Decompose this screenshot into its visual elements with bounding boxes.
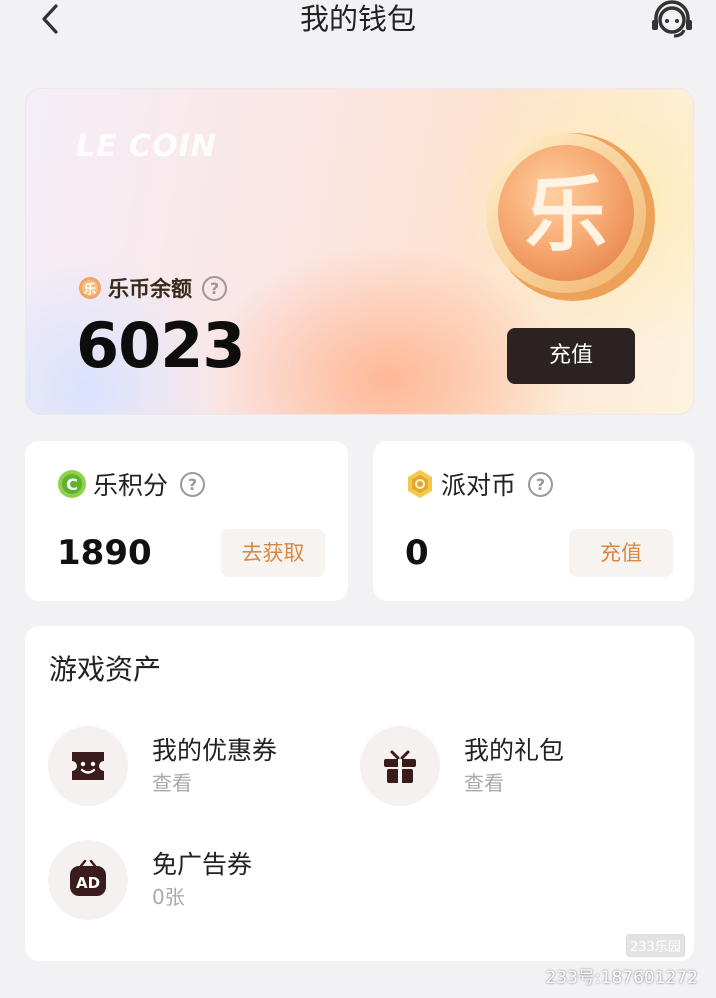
points-label: 乐积分 xyxy=(93,471,169,500)
svg-text:乐: 乐 xyxy=(84,281,96,296)
help-icon[interactable]: ? xyxy=(180,471,206,497)
asset-view-link: 查看 xyxy=(464,771,504,795)
asset-item-gifts[interactable]: 我的礼包 查看 xyxy=(360,726,564,806)
customer-service-icon[interactable] xyxy=(650,0,694,40)
recharge-button[interactable]: 充值 xyxy=(507,328,635,384)
site-logo-watermark: 233乐园 xyxy=(626,934,685,957)
party-coin-label: 派对币 xyxy=(441,471,517,500)
party-coin-value: 0 xyxy=(405,533,429,573)
account-watermark: 233号:187601272 xyxy=(545,968,698,988)
balance-value: 6023 xyxy=(76,309,246,382)
asset-name: 我的优惠券 xyxy=(152,736,278,765)
balance-label-row: 乐 乐币余额 ? xyxy=(78,273,227,303)
get-points-button[interactable]: 去获取 xyxy=(221,529,325,577)
ad-free-icon: AD xyxy=(48,840,128,920)
points-icon: C xyxy=(58,470,86,498)
svg-text:AD: AD xyxy=(76,874,100,892)
asset-name: 我的礼包 xyxy=(464,736,565,765)
gift-icon xyxy=(360,726,440,806)
coupon-icon xyxy=(48,726,128,806)
page-title: 我的钱包 xyxy=(299,2,416,36)
party-coin-icon xyxy=(408,470,432,498)
asset-count: 0张 xyxy=(152,885,185,909)
points-value: 1890 xyxy=(57,533,152,573)
help-icon[interactable]: ? xyxy=(528,471,554,497)
points-card: C 乐积分 ? 1890 去获取 xyxy=(25,441,348,601)
coin-balance-card: LE COIN 乐 乐 乐币余额 ? 6023 充值 xyxy=(25,88,694,415)
help-icon[interactable]: ? xyxy=(202,275,227,301)
asset-view-link: 查看 xyxy=(152,771,192,795)
balance-label: 乐币余额 xyxy=(108,277,192,301)
asset-name: 免广告券 xyxy=(152,850,253,879)
header-bar: 我的钱包 xyxy=(0,0,716,40)
lecoin-watermark: LE COIN xyxy=(76,129,217,164)
assets-title: 游戏资产 xyxy=(49,653,162,686)
party-recharge-button[interactable]: 充值 xyxy=(569,529,673,577)
svg-text:C: C xyxy=(66,475,78,494)
coin-glyph: 乐 xyxy=(525,168,607,263)
party-coin-card: 派对币 ? 0 充值 xyxy=(373,441,694,601)
le-coin-icon: 乐 xyxy=(478,123,660,305)
asset-item-ad-free[interactable]: AD 免广告券 0张 xyxy=(48,840,252,920)
game-assets-section: 游戏资产 我的优惠券 查看 我的礼包 查看 AD 免广告券 0张 xyxy=(25,626,694,961)
small-coin-icon: 乐 xyxy=(79,277,101,299)
asset-item-coupons[interactable]: 我的优惠券 查看 xyxy=(48,726,277,806)
